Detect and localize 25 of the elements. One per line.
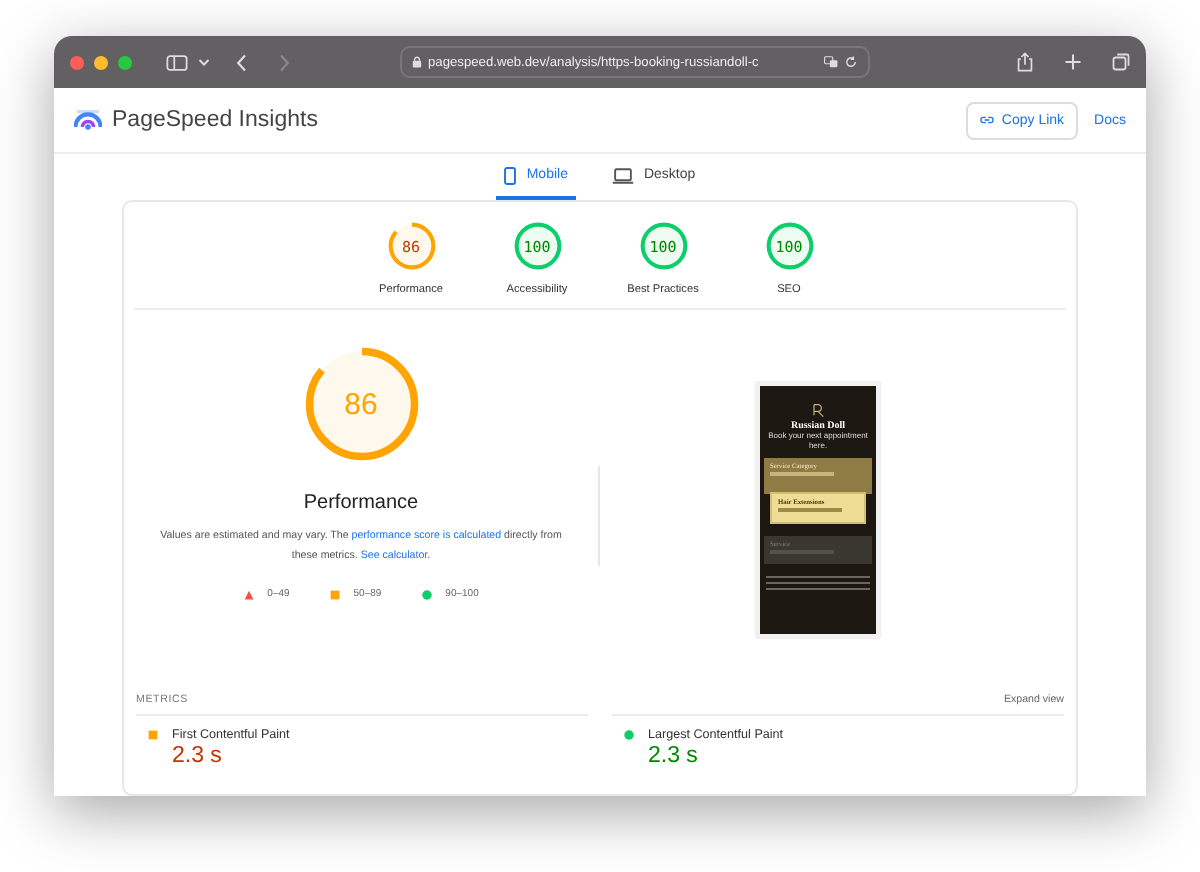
back-icon[interactable] — [236, 53, 248, 71]
link-icon — [979, 116, 994, 124]
performance-title: Performance — [303, 492, 419, 514]
monogram-logo-icon — [810, 402, 826, 418]
footer-lines — [766, 576, 870, 591]
share-icon[interactable] — [1016, 52, 1034, 72]
metric-value: 2.3 s — [648, 744, 700, 768]
metric-value: 2.3 s — [172, 744, 224, 768]
reload-icon[interactable] — [844, 56, 858, 68]
close-dot-icon[interactable] — [70, 55, 84, 69]
app-title: PageSpeed Insights — [112, 108, 318, 132]
circle-icon — [421, 589, 432, 599]
tabs-overview-icon[interactable] — [1112, 52, 1130, 72]
plus-icon[interactable] — [1064, 52, 1082, 72]
triangle-icon — [243, 589, 254, 599]
performance-gauge: 86 — [301, 344, 421, 464]
square-icon — [329, 589, 340, 599]
phone-icon — [504, 165, 517, 185]
lock-icon — [412, 56, 422, 68]
translate-icon[interactable] — [824, 56, 838, 68]
pagespeed-logo-icon — [74, 108, 102, 132]
laptop-icon — [611, 167, 634, 183]
minimize-dot-icon[interactable] — [94, 55, 108, 69]
sidebar-icon[interactable] — [166, 53, 188, 71]
zoom-dot-icon[interactable] — [118, 55, 132, 69]
